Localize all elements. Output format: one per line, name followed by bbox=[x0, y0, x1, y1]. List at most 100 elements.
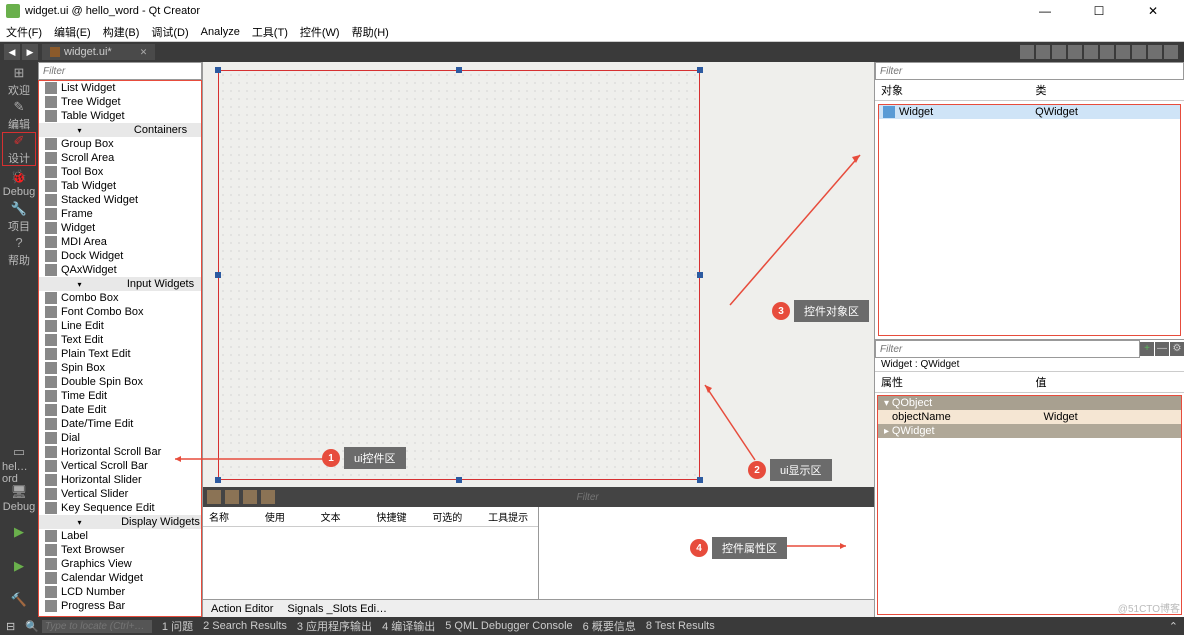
remove-property-icon[interactable]: — bbox=[1155, 342, 1169, 356]
property-section-qwidget[interactable]: ▸ QWidget bbox=[878, 424, 1181, 438]
kit-selector[interactable]: ▭hel…ord bbox=[2, 447, 36, 481]
widget-item[interactable]: Horizontal Slider bbox=[39, 473, 201, 487]
property-filter-input[interactable] bbox=[875, 340, 1140, 358]
menu-debug[interactable]: 调试(D) bbox=[151, 24, 188, 40]
status-issues[interactable]: 1 问题 bbox=[162, 618, 193, 634]
locator[interactable]: 🔍 bbox=[25, 620, 152, 633]
document-tab[interactable]: widget.ui* ✕ bbox=[42, 44, 155, 60]
edit-buddies-icon[interactable] bbox=[1052, 45, 1066, 59]
widget-item[interactable]: Font Combo Box bbox=[39, 305, 201, 319]
widget-item[interactable]: Group Box bbox=[39, 137, 201, 151]
menu-analyze[interactable]: Analyze bbox=[201, 26, 240, 38]
run-config[interactable]: 🖥Debug bbox=[2, 481, 36, 515]
break-layout-icon[interactable] bbox=[1148, 45, 1162, 59]
status-search[interactable]: 2 Search Results bbox=[203, 620, 287, 632]
mode-debug[interactable]: 🐞Debug bbox=[2, 166, 36, 200]
menu-tools[interactable]: 工具(T) bbox=[252, 24, 288, 40]
status-qml[interactable]: 5 QML Debugger Console bbox=[445, 620, 572, 632]
widget-category-input[interactable]: ▾Input Widgets bbox=[39, 277, 201, 291]
widget-item[interactable]: Tab Widget bbox=[39, 179, 201, 193]
menu-build[interactable]: 构建(B) bbox=[103, 24, 140, 40]
mode-edit[interactable]: ✎编辑 bbox=[2, 98, 36, 132]
tab-close-icon[interactable]: ✕ bbox=[140, 47, 148, 58]
widget-item[interactable]: Time Edit bbox=[39, 389, 201, 403]
build-button[interactable]: 🔨 bbox=[2, 583, 36, 617]
widget-category-containers[interactable]: ▾Containers bbox=[39, 123, 201, 137]
widget-item[interactable]: Spin Box bbox=[39, 361, 201, 375]
widget-category-display[interactable]: ▾Display Widgets bbox=[39, 515, 201, 529]
widget-item[interactable]: Text Browser bbox=[39, 543, 201, 557]
minimize-button[interactable]: — bbox=[1028, 4, 1062, 18]
copy-action-icon[interactable] bbox=[225, 490, 239, 504]
tab-signals-slots[interactable]: Signals _Slots Edi… bbox=[287, 603, 387, 615]
object-tree[interactable]: Widget QWidget bbox=[878, 104, 1181, 336]
nav-back-button[interactable]: ◀ bbox=[4, 44, 20, 60]
layout-h-icon[interactable] bbox=[1084, 45, 1098, 59]
status-close-icon[interactable]: ⌃ bbox=[1169, 620, 1178, 633]
widget-item[interactable]: Graphics View bbox=[39, 557, 201, 571]
paste-action-icon[interactable] bbox=[243, 490, 257, 504]
object-tree-row[interactable]: Widget QWidget bbox=[879, 105, 1180, 119]
layout-form-icon[interactable] bbox=[1132, 45, 1146, 59]
adjust-size-icon[interactable] bbox=[1164, 45, 1178, 59]
edit-widgets-icon[interactable] bbox=[1020, 45, 1034, 59]
mode-welcome[interactable]: ⊞欢迎 bbox=[2, 64, 36, 98]
menu-file[interactable]: 文件(F) bbox=[6, 24, 42, 40]
status-general[interactable]: 6 概要信息 bbox=[583, 618, 636, 634]
new-action-icon[interactable] bbox=[207, 490, 221, 504]
config-property-icon[interactable]: ⚙ bbox=[1170, 342, 1184, 356]
property-section-qobject[interactable]: ▾ QObject bbox=[878, 396, 1181, 410]
widget-item[interactable]: Tree Widget bbox=[39, 95, 201, 109]
delete-action-icon[interactable] bbox=[261, 490, 275, 504]
edit-signals-icon[interactable] bbox=[1036, 45, 1050, 59]
widget-item[interactable]: Tool Box bbox=[39, 165, 201, 179]
locator-input[interactable] bbox=[42, 620, 152, 633]
mode-help[interactable]: ?帮助 bbox=[2, 234, 36, 268]
action-filter-input[interactable] bbox=[573, 488, 871, 506]
mode-projects[interactable]: 🔧项目 bbox=[2, 200, 36, 234]
widget-filter-input[interactable] bbox=[38, 62, 202, 80]
action-table-body[interactable] bbox=[203, 527, 538, 599]
status-tests[interactable]: 8 Test Results bbox=[646, 620, 715, 632]
widget-item[interactable]: List Widget bbox=[39, 81, 201, 95]
tab-action-editor[interactable]: Action Editor bbox=[211, 603, 273, 615]
close-button[interactable]: ✕ bbox=[1136, 4, 1170, 18]
object-filter-input[interactable] bbox=[875, 62, 1184, 80]
maximize-button[interactable]: ☐ bbox=[1082, 4, 1116, 18]
edit-tab-order-icon[interactable] bbox=[1068, 45, 1082, 59]
widget-item[interactable]: Key Sequence Edit bbox=[39, 501, 201, 515]
menu-edit[interactable]: 编辑(E) bbox=[54, 24, 91, 40]
add-property-icon[interactable]: + bbox=[1140, 342, 1154, 356]
widget-item[interactable]: Scroll Area bbox=[39, 151, 201, 165]
form-widget[interactable] bbox=[219, 71, 699, 479]
widget-item[interactable]: QAxWidget bbox=[39, 263, 201, 277]
widget-item[interactable]: Stacked Widget bbox=[39, 193, 201, 207]
widget-item[interactable]: Vertical Slider bbox=[39, 487, 201, 501]
widget-item[interactable]: Line Edit bbox=[39, 319, 201, 333]
property-tree[interactable]: ▾ QObject objectName Widget ▸ QWidget bbox=[877, 395, 1182, 615]
widget-item[interactable]: Dial bbox=[39, 431, 201, 445]
widget-item[interactable]: Date Edit bbox=[39, 403, 201, 417]
widget-item[interactable]: Table Widget bbox=[39, 109, 201, 123]
widget-item[interactable]: Frame bbox=[39, 207, 201, 221]
widget-item[interactable]: Progress Bar bbox=[39, 599, 201, 613]
layout-grid-icon[interactable] bbox=[1116, 45, 1130, 59]
layout-v-icon[interactable] bbox=[1100, 45, 1114, 59]
widget-item[interactable]: Widget bbox=[39, 221, 201, 235]
debug-run-button[interactable]: ▶ bbox=[2, 549, 36, 583]
widget-item[interactable]: Plain Text Edit bbox=[39, 347, 201, 361]
status-toggle-icon[interactable]: ⊟ bbox=[6, 620, 15, 633]
widget-item[interactable]: Text Edit bbox=[39, 333, 201, 347]
widget-item[interactable]: Label bbox=[39, 529, 201, 543]
widget-list[interactable]: List Widget Tree Widget Table Widget ▾Co… bbox=[38, 80, 202, 617]
status-app-output[interactable]: 3 应用程序输出 bbox=[297, 618, 372, 634]
status-compile[interactable]: 4 编译输出 bbox=[382, 618, 435, 634]
nav-forward-button[interactable]: ▶ bbox=[22, 44, 38, 60]
menu-widgets[interactable]: 控件(W) bbox=[300, 24, 340, 40]
widget-item[interactable]: Combo Box bbox=[39, 291, 201, 305]
widget-item[interactable]: LCD Number bbox=[39, 585, 201, 599]
mode-design[interactable]: ✐设计 bbox=[2, 132, 36, 166]
widget-item[interactable]: Double Spin Box bbox=[39, 375, 201, 389]
menu-help[interactable]: 帮助(H) bbox=[352, 24, 389, 40]
widget-item[interactable]: Dock Widget bbox=[39, 249, 201, 263]
